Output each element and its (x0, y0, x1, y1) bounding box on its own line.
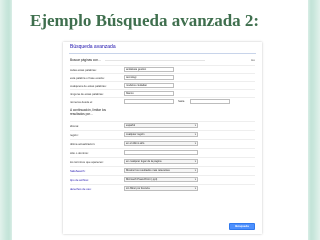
field-label: ninguna de estas palabras: (70, 92, 104, 96)
slide-title: Ejemplo Búsqueda avanzada 2: (30, 11, 260, 30)
decorative-stripe-left-inner (6, 0, 12, 240)
range-separator: hasta (178, 100, 185, 103)
chevron-down-icon: ▾ (194, 133, 196, 136)
decorative-stripe-right-inner (308, 0, 314, 240)
chevron-down-icon: ▾ (194, 124, 196, 127)
chevron-down-icon: ▾ (194, 187, 196, 190)
query-row-exact-phrase: esta palabra o frase exacta: tecnologi (70, 73, 255, 81)
range-from-input[interactable] (124, 99, 174, 104)
terms-appearing-select[interactable]: en cualquier lugar de la página ▾ (124, 159, 198, 164)
select-value: cualquier región (126, 133, 145, 136)
exact-phrase-input[interactable]: tecnologi (124, 75, 174, 80)
section-heading-text: Buscar páginas con... (70, 58, 101, 62)
section-divider (104, 59, 205, 61)
query-row-any-words: cualquiera de estas palabras: modelos ci… (70, 81, 255, 89)
select-value: en el último año (126, 142, 145, 145)
any-words-input[interactable]: modelos ciudadan (124, 83, 174, 88)
filter-row-terms-appearing: los términos que aparecen: en cualquier … (70, 157, 255, 165)
field-label: esta palabra o frase exacta: (70, 76, 105, 80)
field-label: todas estas palabras: (70, 68, 97, 72)
chevron-down-icon: ▾ (194, 178, 196, 181)
query-row-none-words: ninguna de estas palabras: blanco (70, 89, 255, 97)
advanced-search-screenshot: Búsqueda avanzada Buscar páginas con... … (63, 42, 262, 234)
panel-title: Búsqueda avanzada (70, 44, 116, 50)
filter-row-region: región: cualquier región ▾ (70, 130, 255, 138)
section-heading-find-pages: Buscar páginas con... (70, 58, 205, 62)
usage-rights-link[interactable]: derechos de uso: (70, 187, 120, 191)
filter-row-safesearch: SafeSearch: Mostrar los resultados más r… (70, 166, 255, 174)
file-type-link[interactable]: tipo de archivo: (70, 178, 120, 182)
safesearch-select[interactable]: Mostrar los resultados más relevantes ▾ (124, 168, 198, 173)
usage-rights-select[interactable]: sin filtrar por licencia ▾ (124, 186, 198, 191)
select-value: Microsoft PowerPoint (.ppt) (126, 178, 158, 181)
select-value: en cualquier lugar de la página (126, 160, 162, 163)
query-row-number-range: números desde el hasta (70, 97, 255, 105)
filter-row-usage-rights: derechos de uso: sin filtrar por licenci… (70, 184, 255, 192)
filter-label: última actualización: (70, 142, 96, 146)
section-tip: Ho (251, 58, 255, 62)
advanced-search-button[interactable]: Búsqueda avanzada (229, 223, 255, 233)
filter-row-site-domain: sitio o dominio: (70, 148, 255, 156)
language-select[interactable]: español ▾ (124, 123, 198, 128)
filter-row-last-update: última actualización: en el último año ▾ (70, 139, 255, 147)
chevron-down-icon: ▾ (194, 142, 196, 145)
site-domain-input[interactable] (124, 150, 198, 155)
query-row-all-words: todas estas palabras: andalusia gestion (70, 65, 255, 73)
field-label: números desde el (70, 100, 93, 104)
filter-label: idioma: (70, 124, 80, 128)
chevron-down-icon: ▾ (194, 160, 196, 163)
filter-label: los términos que aparecen: (70, 160, 104, 164)
region-select[interactable]: cualquier región ▾ (124, 132, 198, 137)
last-update-select[interactable]: en el último año ▾ (124, 141, 198, 146)
filter-row-file-type: tipo de archivo: Microsoft PowerPoint (.… (70, 175, 255, 183)
panel-title-divider (69, 53, 256, 54)
select-value: Mostrar los resultados más relevantes (126, 169, 170, 172)
select-value: sin filtrar por licencia (126, 187, 150, 190)
file-type-select[interactable]: Microsoft PowerPoint (.ppt) ▾ (124, 177, 198, 182)
filter-label: región: (70, 133, 79, 137)
section-heading-narrow-results: A continuación, limitar los resultados p… (70, 108, 106, 116)
filter-row-language: idioma: español ▾ (70, 121, 255, 129)
range-to-input[interactable] (190, 99, 230, 104)
select-value: español (126, 124, 136, 127)
none-words-input[interactable]: blanco (124, 91, 174, 96)
chevron-down-icon: ▾ (194, 169, 196, 172)
field-label: cualquiera de estas palabras: (70, 84, 107, 88)
safesearch-link[interactable]: SafeSearch: (70, 169, 120, 173)
filter-label: sitio o dominio: (70, 151, 89, 155)
all-words-input[interactable]: andalusia gestion (124, 67, 174, 72)
